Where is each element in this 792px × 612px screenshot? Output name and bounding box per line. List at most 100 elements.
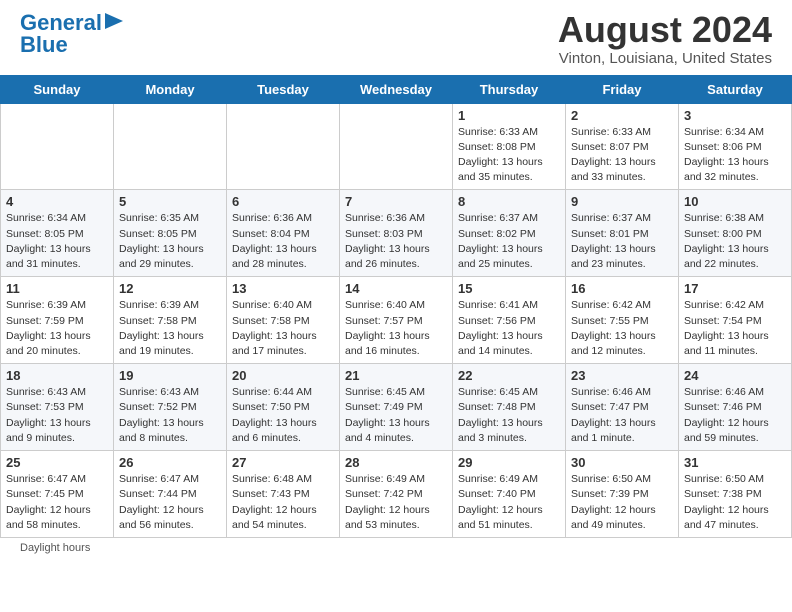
day-detail: Sunrise: 6:44 AM Sunset: 7:50 PM Dayligh… xyxy=(232,385,334,446)
day-detail: Sunrise: 6:40 AM Sunset: 7:58 PM Dayligh… xyxy=(232,298,334,359)
day-detail: Sunrise: 6:46 AM Sunset: 7:47 PM Dayligh… xyxy=(571,385,673,446)
day-number: 22 xyxy=(458,368,560,383)
day-number: 12 xyxy=(119,281,221,296)
day-number: 25 xyxy=(6,455,108,470)
calendar-week-row: 11Sunrise: 6:39 AM Sunset: 7:59 PM Dayli… xyxy=(1,277,792,364)
calendar-cell: 7Sunrise: 6:36 AM Sunset: 8:03 PM Daylig… xyxy=(340,190,453,277)
day-detail: Sunrise: 6:45 AM Sunset: 7:49 PM Dayligh… xyxy=(345,385,447,446)
calendar-cell: 24 Sunrise: 6:46 AM Sunset: 7:46 PM Dayli… xyxy=(679,364,792,451)
calendar-cell: 31 Sunrise: 6:50 AM Sunset: 7:38 PM Dayli… xyxy=(679,451,792,538)
day-number: 9 xyxy=(571,194,673,209)
day-detail: Sunrise: 6:47 AM Sunset: 7:44 PM Dayligh… xyxy=(119,472,221,533)
logo-blue: Blue xyxy=(20,32,68,58)
day-number: 27 xyxy=(232,455,334,470)
day-number: 5 xyxy=(119,194,221,209)
day-number: 4 xyxy=(6,194,108,209)
calendar-cell xyxy=(114,103,227,190)
day-number: 2 xyxy=(571,108,673,123)
calendar-cell: 3 Sunrise: 6:34 AM Sunset: 8:06 PM Daylig… xyxy=(679,103,792,190)
calendar-cell: 12 Sunrise: 6:39 AM Sunset: 7:58 PM Dayli… xyxy=(114,277,227,364)
day-number: 13 xyxy=(232,281,334,296)
day-number: 15 xyxy=(458,281,560,296)
calendar-cell: 6Sunrise: 6:36 AM Sunset: 8:04 PM Daylig… xyxy=(227,190,340,277)
day-number: 21 xyxy=(345,368,447,383)
day-detail: Sunrise: 6:38 AM Sunset: 8:00 PM Dayligh… xyxy=(684,211,786,272)
calendar-cell: 1 Sunrise: 6:33 AM Sunset: 8:08 PM Daylig… xyxy=(453,103,566,190)
day-number: 23 xyxy=(571,368,673,383)
calendar-cell: 23 Sunrise: 6:46 AM Sunset: 7:47 PM Dayli… xyxy=(566,364,679,451)
day-detail: Sunrise: 6:50 AM Sunset: 7:39 PM Dayligh… xyxy=(571,472,673,533)
day-number: 20 xyxy=(232,368,334,383)
day-number: 10 xyxy=(684,194,786,209)
calendar-cell: 16Sunrise: 6:42 AM Sunset: 7:55 PM Dayli… xyxy=(566,277,679,364)
calendar-cell: 21 Sunrise: 6:45 AM Sunset: 7:49 PM Dayli… xyxy=(340,364,453,451)
calendar-week-row: 1 Sunrise: 6:33 AM Sunset: 8:08 PM Daylig… xyxy=(1,103,792,190)
footer: Daylight hours xyxy=(0,538,792,558)
day-detail: Sunrise: 6:34 AM Sunset: 8:05 PM Dayligh… xyxy=(6,211,108,272)
calendar-cell: 11Sunrise: 6:39 AM Sunset: 7:59 PM Dayli… xyxy=(1,277,114,364)
day-detail: Sunrise: 6:48 AM Sunset: 7:43 PM Dayligh… xyxy=(232,472,334,533)
calendar-cell: 10 Sunrise: 6:38 AM Sunset: 8:00 PM Dayli… xyxy=(679,190,792,277)
day-number: 8 xyxy=(458,194,560,209)
day-number: 17 xyxy=(684,281,786,296)
calendar-cell: 2 Sunrise: 6:33 AM Sunset: 8:07 PM Daylig… xyxy=(566,103,679,190)
day-detail: Sunrise: 6:39 AM Sunset: 7:58 PM Dayligh… xyxy=(119,298,221,359)
day-detail: Sunrise: 6:43 AM Sunset: 7:52 PM Dayligh… xyxy=(119,385,221,446)
calendar-table: SundayMondayTuesdayWednesdayThursdayFrid… xyxy=(0,75,792,538)
day-number: 16 xyxy=(571,281,673,296)
calendar-cell xyxy=(340,103,453,190)
day-detail: Sunrise: 6:33 AM Sunset: 8:07 PM Dayligh… xyxy=(571,125,673,186)
day-detail: Sunrise: 6:34 AM Sunset: 8:06 PM Dayligh… xyxy=(684,125,786,186)
col-header-monday: Monday xyxy=(114,75,227,103)
calendar-cell: 20 Sunrise: 6:44 AM Sunset: 7:50 PM Dayli… xyxy=(227,364,340,451)
calendar-cell: 4 Sunrise: 6:34 AM Sunset: 8:05 PM Daylig… xyxy=(1,190,114,277)
main-title: August 2024 xyxy=(558,10,772,50)
col-header-friday: Friday xyxy=(566,75,679,103)
day-detail: Sunrise: 6:47 AM Sunset: 7:45 PM Dayligh… xyxy=(6,472,108,533)
calendar-cell: 13 Sunrise: 6:40 AM Sunset: 7:58 PM Dayli… xyxy=(227,277,340,364)
day-detail: Sunrise: 6:49 AM Sunset: 7:40 PM Dayligh… xyxy=(458,472,560,533)
logo-arrow-icon xyxy=(105,13,123,34)
calendar-week-row: 25 Sunrise: 6:47 AM Sunset: 7:45 PM Dayli… xyxy=(1,451,792,538)
day-number: 24 xyxy=(684,368,786,383)
day-number: 14 xyxy=(345,281,447,296)
col-header-thursday: Thursday xyxy=(453,75,566,103)
day-number: 31 xyxy=(684,455,786,470)
day-detail: Sunrise: 6:36 AM Sunset: 8:03 PM Dayligh… xyxy=(345,211,447,272)
day-number: 18 xyxy=(6,368,108,383)
calendar-cell: 22 Sunrise: 6:45 AM Sunset: 7:48 PM Dayli… xyxy=(453,364,566,451)
calendar-cell: 19 Sunrise: 6:43 AM Sunset: 7:52 PM Dayli… xyxy=(114,364,227,451)
day-detail: Sunrise: 6:40 AM Sunset: 7:57 PM Dayligh… xyxy=(345,298,447,359)
subtitle: Vinton, Louisiana, United States xyxy=(558,50,772,67)
day-detail: Sunrise: 6:33 AM Sunset: 8:08 PM Dayligh… xyxy=(458,125,560,186)
calendar-cell: 30 Sunrise: 6:50 AM Sunset: 7:39 PM Dayli… xyxy=(566,451,679,538)
day-detail: Sunrise: 6:42 AM Sunset: 7:54 PM Dayligh… xyxy=(684,298,786,359)
calendar-cell: 15Sunrise: 6:41 AM Sunset: 7:56 PM Dayli… xyxy=(453,277,566,364)
day-number: 19 xyxy=(119,368,221,383)
day-detail: Sunrise: 6:37 AM Sunset: 8:02 PM Dayligh… xyxy=(458,211,560,272)
day-detail: Sunrise: 6:50 AM Sunset: 7:38 PM Dayligh… xyxy=(684,472,786,533)
calendar-cell: 9 Sunrise: 6:37 AM Sunset: 8:01 PM Daylig… xyxy=(566,190,679,277)
calendar-cell xyxy=(1,103,114,190)
calendar-week-row: 4 Sunrise: 6:34 AM Sunset: 8:05 PM Daylig… xyxy=(1,190,792,277)
day-detail: Sunrise: 6:45 AM Sunset: 7:48 PM Dayligh… xyxy=(458,385,560,446)
logo: General Blue xyxy=(20,10,123,58)
day-detail: Sunrise: 6:37 AM Sunset: 8:01 PM Dayligh… xyxy=(571,211,673,272)
calendar-cell: 5Sunrise: 6:35 AM Sunset: 8:05 PM Daylig… xyxy=(114,190,227,277)
col-header-wednesday: Wednesday xyxy=(340,75,453,103)
calendar-cell: 17 Sunrise: 6:42 AM Sunset: 7:54 PM Dayli… xyxy=(679,277,792,364)
day-number: 1 xyxy=(458,108,560,123)
calendar-cell: 29Sunrise: 6:49 AM Sunset: 7:40 PM Dayli… xyxy=(453,451,566,538)
calendar-cell: 14 Sunrise: 6:40 AM Sunset: 7:57 PM Dayli… xyxy=(340,277,453,364)
day-number: 26 xyxy=(119,455,221,470)
day-number: 6 xyxy=(232,194,334,209)
daylight-label: Daylight hours xyxy=(20,542,90,554)
day-detail: Sunrise: 6:46 AM Sunset: 7:46 PM Dayligh… xyxy=(684,385,786,446)
col-header-tuesday: Tuesday xyxy=(227,75,340,103)
title-block: August 2024 Vinton, Louisiana, United St… xyxy=(558,10,772,67)
day-number: 30 xyxy=(571,455,673,470)
day-detail: Sunrise: 6:39 AM Sunset: 7:59 PM Dayligh… xyxy=(6,298,108,359)
calendar-cell: 8 Sunrise: 6:37 AM Sunset: 8:02 PM Daylig… xyxy=(453,190,566,277)
calendar-header-row: SundayMondayTuesdayWednesdayThursdayFrid… xyxy=(1,75,792,103)
day-number: 3 xyxy=(684,108,786,123)
